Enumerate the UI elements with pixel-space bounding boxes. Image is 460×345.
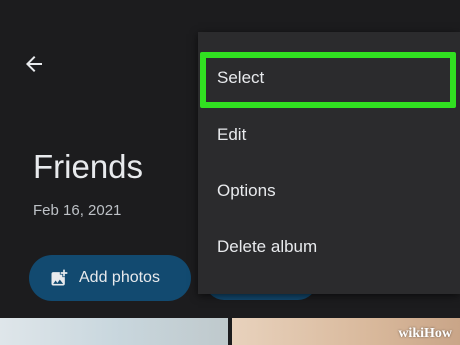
menu-item-label: Options [217,181,276,200]
add-photo-icon [51,269,68,286]
photo-thumbnail[interactable] [0,318,228,345]
wikihow-watermark: wikiHow [398,326,452,341]
menu-item-options[interactable]: Options [198,163,460,219]
menu-item-label: Delete album [217,237,318,256]
add-photos-button[interactable]: Add photos [29,255,191,301]
menu-item-edit[interactable]: Edit [198,107,460,163]
menu-item-delete-album[interactable]: Delete album [198,219,460,275]
menu-item-label: Edit [217,125,247,144]
album-date: Feb 16, 2021 [33,202,122,219]
album-title: Friends [33,148,144,185]
back-button[interactable] [22,52,46,76]
select-highlight-box [200,52,456,108]
add-photos-label: Add photos [79,269,160,286]
arrow-left-icon [26,56,42,72]
